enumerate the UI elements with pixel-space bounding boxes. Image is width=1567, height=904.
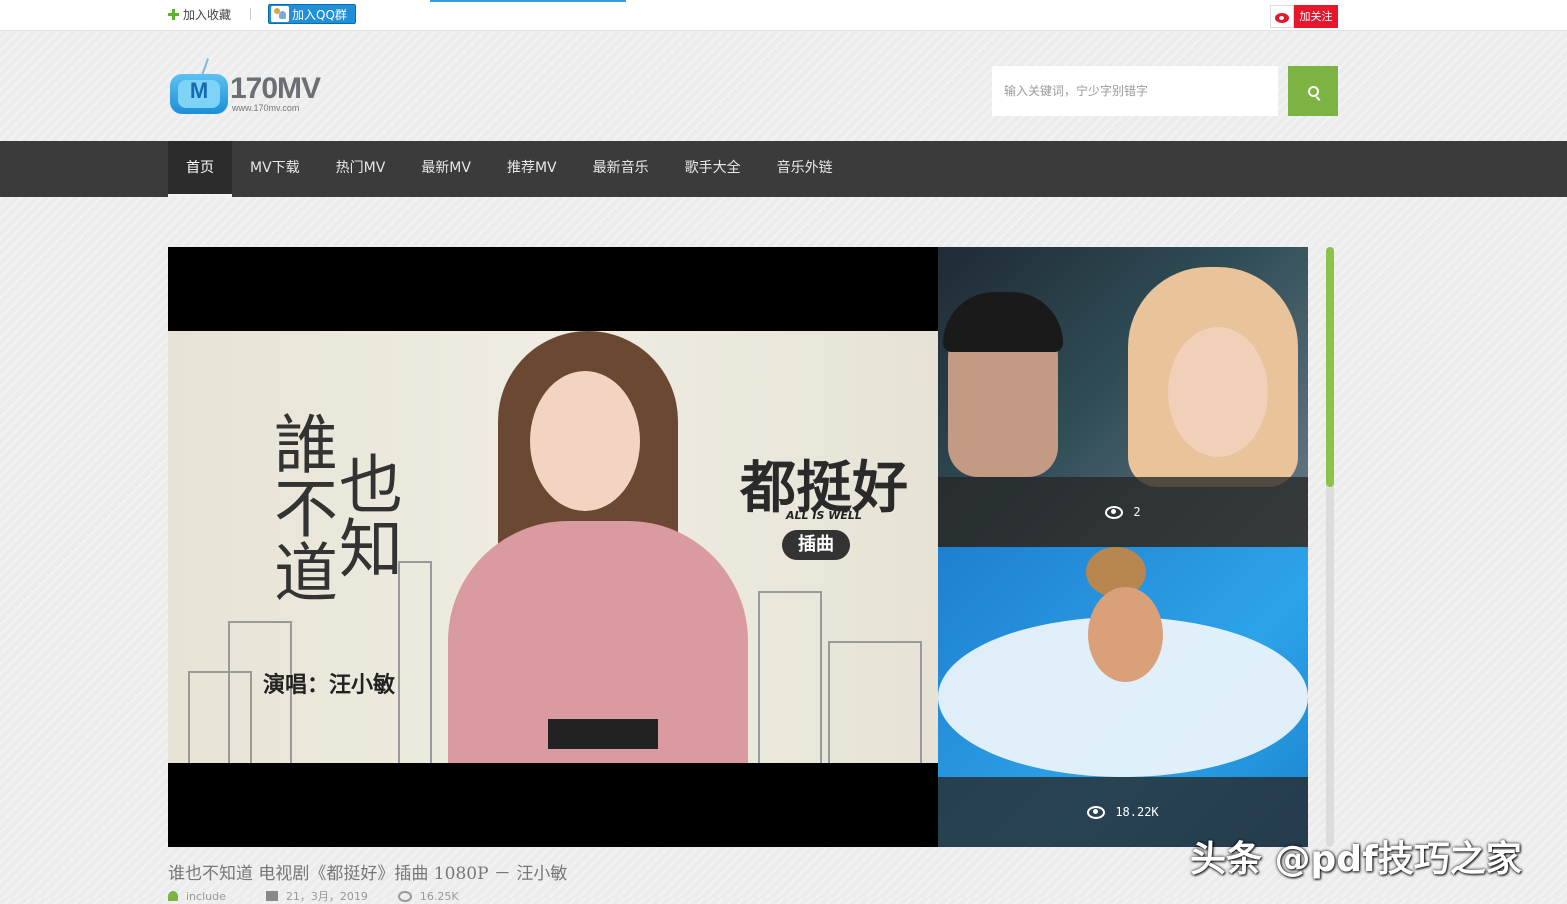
weibo-follow-label: 加关注 bbox=[1294, 5, 1338, 28]
site-logo[interactable]: M 170MV www.170mv.com bbox=[170, 58, 321, 118]
search-input[interactable] bbox=[992, 66, 1278, 116]
divider bbox=[250, 8, 251, 20]
join-qq-group-label: 加入QQ群 bbox=[292, 7, 347, 22]
eye-icon bbox=[1105, 505, 1124, 519]
search-button[interactable] bbox=[1288, 66, 1338, 116]
city-sketch bbox=[758, 591, 822, 763]
nav-item-music-links[interactable]: 音乐外链 bbox=[759, 141, 851, 197]
poster-singer: 演唱：汪小敏 bbox=[263, 673, 396, 698]
featured-video-meta: include 21，3月，2019 16.25K bbox=[168, 888, 459, 904]
main-nav: 首页 MV下载 热门MV 最新MV 推荐MV 最新音乐 歌手大全 音乐外链 bbox=[0, 141, 1567, 197]
nav-item-mv-download[interactable]: MV下载 bbox=[232, 141, 318, 197]
eye-icon bbox=[1087, 805, 1106, 819]
weibo-follow-button[interactable]: 加关注 bbox=[1270, 5, 1338, 28]
slider-scrollbar-thumb[interactable] bbox=[1326, 247, 1334, 487]
upload-date: 21，3月，2019 bbox=[285, 890, 368, 903]
nav-item-new-music[interactable]: 最新音乐 bbox=[575, 141, 667, 197]
top-accent-line bbox=[430, 0, 626, 2]
eye-icon bbox=[397, 890, 412, 902]
side-video-1-views: 2 bbox=[1133, 505, 1141, 519]
side-video-2-views: 18.22K bbox=[1115, 805, 1159, 819]
top-bar: 加入收藏 加入QQ群 加关注 bbox=[0, 0, 1567, 31]
featured-video-player[interactable]: 誰不道 也知 演唱：汪小敏 都挺好 ALL IS WELL 插曲 bbox=[168, 247, 938, 847]
city-sketch bbox=[828, 641, 922, 763]
city-sketch bbox=[398, 561, 432, 763]
featured-poster: 誰不道 也知 演唱：汪小敏 都挺好 ALL IS WELL 插曲 bbox=[168, 331, 938, 763]
nav-item-singers[interactable]: 歌手大全 bbox=[667, 141, 759, 197]
plus-icon bbox=[168, 9, 179, 20]
side-video-1-overlay: 2 bbox=[938, 477, 1308, 547]
poster-drama-english: ALL IS WELL bbox=[786, 509, 862, 522]
qq-group-icon bbox=[271, 6, 289, 22]
featured-video-title[interactable]: 谁也不知道 电视剧《都挺好》插曲 1080P － 汪小敏 bbox=[168, 859, 567, 884]
logo-text: 170MV bbox=[230, 72, 321, 105]
featured-singer-image bbox=[438, 331, 748, 763]
featured-views: 16.25K bbox=[419, 889, 459, 903]
city-sketch bbox=[188, 671, 252, 763]
nav-item-new-mv[interactable]: 最新MV bbox=[403, 141, 489, 197]
side-video-1[interactable]: 2 bbox=[938, 247, 1308, 547]
watermark: 头条 @pdf技巧之家 bbox=[1190, 839, 1522, 880]
poster-title-column-1: 誰不道 bbox=[263, 411, 337, 603]
poster-title-column-2: 也知 bbox=[328, 451, 402, 579]
nav-item-hot-mv[interactable]: 热门MV bbox=[318, 141, 404, 197]
add-favorite-link[interactable]: 加入收藏 bbox=[168, 6, 231, 23]
join-qq-group-button[interactable]: 加入QQ群 bbox=[268, 4, 356, 24]
nav-item-recommended-mv[interactable]: 推荐MV bbox=[489, 141, 575, 197]
poster-badge: 插曲 bbox=[782, 530, 850, 560]
add-favorite-label: 加入收藏 bbox=[183, 8, 232, 22]
user-icon bbox=[168, 891, 178, 901]
search-icon bbox=[1307, 85, 1319, 97]
nav-item-home[interactable]: 首页 bbox=[168, 141, 232, 197]
logo-url: www.170mv.com bbox=[232, 103, 300, 113]
logo-letter: M bbox=[189, 78, 209, 103]
side-video-2[interactable]: 18.22K bbox=[938, 547, 1308, 847]
weibo-icon bbox=[1270, 5, 1294, 28]
calendar-icon bbox=[265, 891, 278, 901]
uploader-name[interactable]: include bbox=[186, 890, 226, 903]
